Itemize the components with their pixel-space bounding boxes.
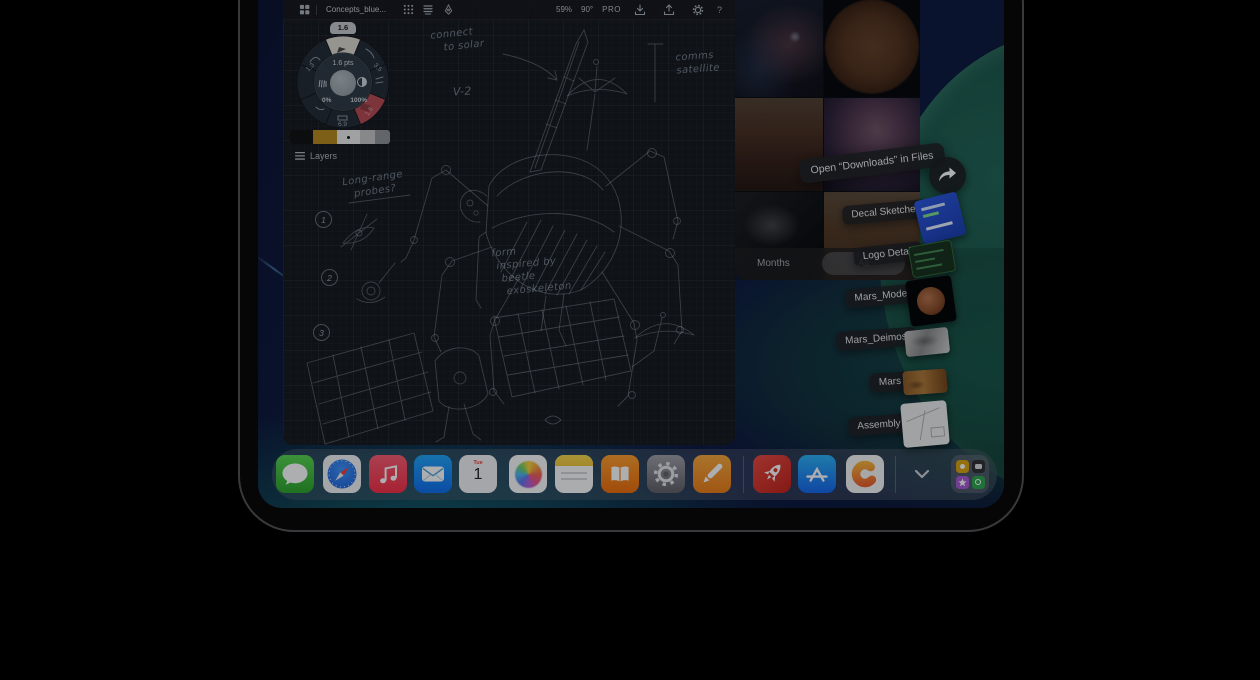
- concepts-app-icon[interactable]: [846, 455, 884, 493]
- import-icon[interactable]: [633, 3, 647, 17]
- dock: Tue 1: [272, 449, 997, 500]
- rocket-app-icon[interactable]: [753, 455, 791, 493]
- dock-collapse-chevron[interactable]: [910, 462, 934, 486]
- annotation-marker-3: 3: [313, 324, 330, 341]
- photos-app-icon[interactable]: [509, 455, 547, 493]
- swatch-light-gray[interactable]: [360, 130, 375, 144]
- annotation-connect: connect to solar: [430, 24, 485, 55]
- photos-flower-icon: [515, 461, 542, 488]
- tool-wheel-center[interactable]: 1.6 pts 0% 100%: [314, 53, 372, 111]
- sketch-pen-app-icon[interactable]: [693, 455, 731, 493]
- zoom-level[interactable]: 59%: [556, 5, 572, 14]
- app-library-icon[interactable]: [951, 455, 989, 493]
- background: connect to solar comms satellite V-2 Lon…: [0, 0, 1260, 680]
- app-store-icon[interactable]: [798, 455, 836, 493]
- mars-thumbnail[interactable]: [902, 368, 948, 395]
- pen-nib-icon[interactable]: [441, 3, 455, 17]
- concepts-app-window: connect to solar comms satellite V-2 Lon…: [283, 0, 735, 445]
- layers-menu-icon: [295, 152, 305, 160]
- precision-dots-icon[interactable]: [401, 3, 415, 17]
- rotation-angle[interactable]: 90°: [581, 5, 593, 14]
- opacity-min: 0%: [322, 97, 331, 104]
- annotation-comms: comms satellite: [675, 49, 720, 78]
- photos-app-panel: Months All: [735, 0, 920, 280]
- tool-wheel-knob[interactable]: [330, 70, 356, 96]
- mars-model-thumbnail[interactable]: [905, 275, 957, 327]
- layers-button[interactable]: Layers: [295, 151, 337, 161]
- gallery-grid-icon[interactable]: [297, 3, 311, 17]
- notes-app-icon[interactable]: [555, 455, 593, 493]
- settings-app-icon[interactable]: [647, 455, 685, 493]
- mini-star-icon: [956, 476, 969, 489]
- brush-size-label-bottom: 6.9: [338, 121, 347, 128]
- selected-swatch-dot: [347, 136, 350, 139]
- pro-badge[interactable]: PRO: [602, 5, 621, 14]
- document-title[interactable]: Concepts_blue...: [326, 5, 386, 14]
- calendar-day: 1: [459, 466, 497, 484]
- safari-app-icon[interactable]: [323, 455, 361, 493]
- swatch-black[interactable]: [290, 130, 313, 144]
- assembly-thumbnail[interactable]: [900, 400, 950, 448]
- active-brush-size-tab[interactable]: 1.6: [330, 22, 356, 34]
- toolbar-right-group: 59% 90° PRO ?: [556, 3, 722, 17]
- share-forward-button[interactable]: [929, 157, 966, 194]
- color-swatch-bar: [290, 130, 390, 144]
- export-icon[interactable]: [662, 3, 676, 17]
- ipad-device-frame: connect to solar comms satellite V-2 Lon…: [238, 0, 1024, 532]
- swatch-white-selected[interactable]: [337, 130, 360, 144]
- settings-gear-icon[interactable]: [691, 3, 705, 17]
- ipad-screen: connect to solar comms satellite V-2 Lon…: [258, 0, 1004, 508]
- swatch-gold[interactable]: [313, 130, 337, 144]
- mini-camera-icon: [972, 460, 985, 473]
- mail-app-icon[interactable]: [414, 455, 452, 493]
- mars-deimos-thumbnail[interactable]: [904, 327, 950, 357]
- annotation-marker-2: 2: [321, 269, 338, 286]
- messages-app-icon[interactable]: [276, 455, 314, 493]
- concepts-toolbar: Concepts_blue... 59% 90° PRO: [283, 0, 735, 20]
- stroke-size-value: 1.6 pts: [314, 60, 372, 67]
- mini-timer-icon: [972, 476, 985, 489]
- music-app-icon[interactable]: [369, 455, 407, 493]
- contrast-icon: [357, 77, 367, 87]
- notes-yellow-strip: [555, 455, 593, 466]
- swatch-gray[interactable]: [375, 130, 390, 144]
- dock-divider: [743, 456, 744, 493]
- forward-arrow-icon: [938, 167, 957, 184]
- dock-divider: [895, 456, 896, 493]
- annotation-marker-1: 1: [315, 211, 332, 228]
- photos-dim-overlay: [735, 0, 920, 280]
- texture-icon: [318, 78, 327, 88]
- brush-tool-wheel[interactable]: 1.6: [296, 22, 390, 129]
- annotation-form: form inspired by beetle exoskeleton: [491, 241, 572, 300]
- tab-months[interactable]: Months: [757, 248, 790, 280]
- mini-tips-icon: [956, 460, 969, 473]
- toolbar-divider: [316, 5, 317, 15]
- annotation-version: V-2: [453, 85, 472, 100]
- books-app-icon[interactable]: [601, 455, 639, 493]
- calendar-app-icon[interactable]: Tue 1: [459, 455, 497, 493]
- layers-stack-icon[interactable]: [421, 3, 435, 17]
- chevron-down-icon: [913, 468, 931, 480]
- layers-label: Layers: [310, 151, 337, 161]
- opacity-max: 100%: [350, 97, 367, 104]
- help-icon[interactable]: ?: [717, 5, 722, 15]
